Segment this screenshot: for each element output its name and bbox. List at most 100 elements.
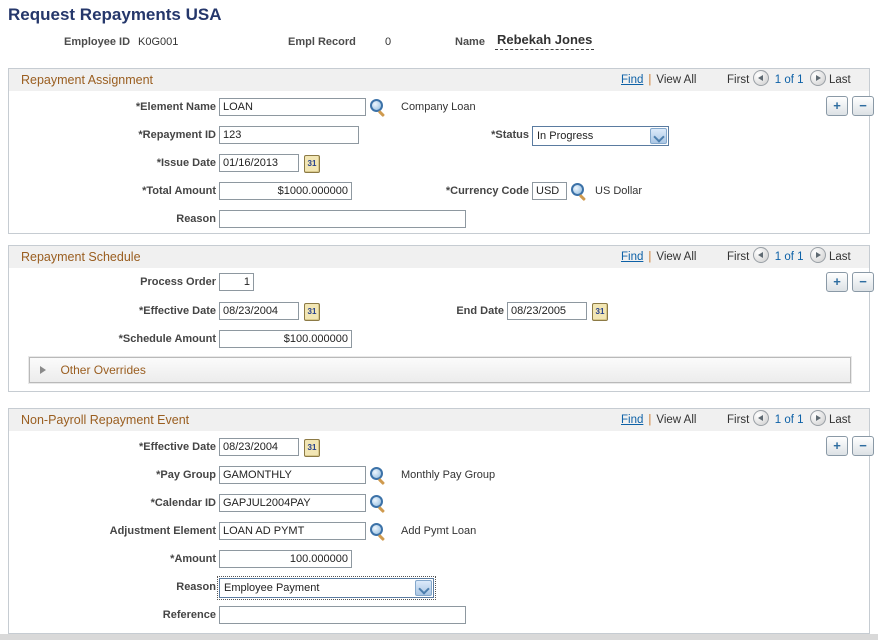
employee-id-value: K0G001 bbox=[138, 34, 178, 50]
event-reason-label: Reason bbox=[9, 578, 216, 597]
adjustment-element-input[interactable] bbox=[219, 522, 366, 540]
currency-code-label: *Currency Code bbox=[322, 182, 529, 201]
reason-label: Reason bbox=[9, 210, 216, 229]
pay-group-lookup-icon[interactable] bbox=[369, 466, 387, 485]
arrow-left-icon bbox=[758, 75, 763, 81]
reference-label: Reference bbox=[9, 606, 216, 625]
first-label: First bbox=[727, 74, 749, 86]
prev-row-button[interactable] bbox=[753, 410, 769, 426]
reference-input[interactable] bbox=[219, 606, 466, 624]
findbar: Find | View All bbox=[621, 69, 696, 91]
calendar-id-lookup-icon[interactable] bbox=[369, 494, 387, 513]
element-name-lookup-icon[interactable] bbox=[369, 98, 387, 117]
view-all-link[interactable]: View All bbox=[656, 414, 696, 426]
calendar-id-input[interactable] bbox=[219, 494, 366, 512]
other-overrides-label: Other Overrides bbox=[60, 358, 145, 382]
findbar: Find | View All bbox=[621, 246, 696, 268]
nav-separator: | bbox=[648, 414, 651, 426]
issue-date-input[interactable] bbox=[219, 154, 299, 172]
last-label: Last bbox=[829, 251, 851, 263]
next-row-button[interactable] bbox=[810, 410, 826, 426]
view-all-link[interactable]: View All bbox=[656, 251, 696, 263]
section-title: Non-Payroll Repayment Event bbox=[21, 409, 189, 431]
other-overrides-expander[interactable]: Other Overrides bbox=[29, 357, 851, 383]
schedule-amount-input[interactable] bbox=[219, 330, 352, 348]
nav-separator: | bbox=[648, 251, 651, 263]
currency-code-input[interactable] bbox=[532, 182, 567, 200]
issue-date-calendar-icon[interactable]: 31 bbox=[304, 155, 320, 173]
end-date-input[interactable] bbox=[507, 302, 587, 320]
find-link[interactable]: Find bbox=[621, 414, 643, 426]
arrow-right-icon bbox=[816, 252, 821, 258]
calendar-id-label: *Calendar ID bbox=[9, 494, 216, 513]
event-effective-date-input[interactable] bbox=[219, 438, 299, 456]
section-repayment-assignment: Repayment Assignment Find|View All First… bbox=[8, 68, 870, 234]
arrow-right-icon bbox=[816, 415, 821, 421]
next-row-button[interactable] bbox=[810, 247, 826, 263]
arrow-right-icon bbox=[816, 75, 821, 81]
page: Request Repayments USA Employee ID K0G00… bbox=[0, 0, 878, 640]
section-repayment-schedule: Repayment Schedule Find | View All First 1… bbox=[8, 245, 870, 392]
section-title: Repayment Schedule bbox=[21, 246, 141, 268]
row-count: 1 of 1 bbox=[775, 414, 804, 426]
row-count: 1 of 1 bbox=[775, 251, 804, 263]
repayment-id-label: *Repayment ID bbox=[9, 126, 216, 145]
name-value: Rebekah Jones bbox=[495, 32, 594, 50]
chevron-down-icon bbox=[653, 131, 664, 142]
currency-code-lookup-icon[interactable] bbox=[570, 182, 588, 201]
non-payroll-event-header: Non-Payroll Repayment Event Find | View Al… bbox=[9, 409, 869, 431]
status-label: *Status bbox=[322, 126, 529, 145]
name-label: Name bbox=[455, 34, 485, 50]
end-date-calendar-icon[interactable]: 31 bbox=[592, 303, 608, 321]
total-amount-label: *Total Amount bbox=[9, 182, 216, 201]
page-title: Request Repayments USA bbox=[8, 5, 222, 25]
event-reason-dropdown[interactable]: Employee Payment bbox=[219, 578, 434, 598]
next-row-button[interactable] bbox=[810, 70, 826, 86]
pager: First 1 of 1 Last bbox=[727, 246, 851, 268]
last-label: Last bbox=[829, 414, 851, 426]
nav-separator: | bbox=[648, 74, 651, 86]
status-dropdown[interactable]: In Progress bbox=[532, 126, 669, 146]
page-bottom-strip bbox=[0, 634, 878, 640]
reason-input[interactable] bbox=[219, 210, 466, 228]
find-link[interactable]: Find bbox=[621, 251, 643, 263]
amount-label: *Amount bbox=[9, 550, 216, 569]
effective-date-label: *Effective Date bbox=[9, 302, 216, 321]
prev-row-button[interactable] bbox=[753, 247, 769, 263]
effective-date-input[interactable] bbox=[219, 302, 299, 320]
adjustment-element-lookup-icon[interactable] bbox=[369, 522, 387, 541]
event-reason-value: Employee Payment bbox=[224, 579, 319, 597]
element-name-description: Company Loan bbox=[401, 98, 476, 117]
process-order-input[interactable] bbox=[219, 273, 254, 291]
empl-record-value: 0 bbox=[385, 34, 391, 50]
pay-group-input[interactable] bbox=[219, 466, 366, 484]
row-count: 1 of 1 bbox=[775, 74, 804, 86]
end-date-label: End Date bbox=[297, 302, 504, 321]
repayment-assignment-header: Repayment Assignment Find|View All First… bbox=[9, 69, 869, 91]
find-link[interactable]: Find bbox=[621, 74, 643, 86]
adjustment-element-description: Add Pymt Loan bbox=[401, 522, 476, 541]
currency-description: US Dollar bbox=[595, 182, 642, 201]
issue-date-label: *Issue Date bbox=[9, 154, 216, 173]
status-value: In Progress bbox=[537, 127, 593, 145]
event-reason-dropdown-button[interactable] bbox=[415, 580, 432, 596]
status-dropdown-button[interactable] bbox=[650, 128, 667, 144]
pager: First 1 of 1 Last bbox=[727, 409, 851, 431]
adjustment-element-label: Adjustment Element bbox=[9, 522, 216, 541]
findbar: Find | View All bbox=[621, 409, 696, 431]
amount-input[interactable] bbox=[219, 550, 352, 568]
event-effective-date-calendar-icon[interactable]: 31 bbox=[304, 439, 320, 457]
view-all-link[interactable]: View All bbox=[656, 74, 696, 86]
first-label: First bbox=[727, 251, 749, 263]
pager: First 1 of 1 Last bbox=[727, 69, 851, 91]
process-order-label: Process Order bbox=[9, 273, 216, 292]
last-label: Last bbox=[829, 74, 851, 86]
arrow-left-icon bbox=[758, 252, 763, 258]
repayment-schedule-header: Repayment Schedule Find | View All First 1… bbox=[9, 246, 869, 268]
element-name-label: *Element Name bbox=[9, 98, 216, 117]
expand-arrow-icon bbox=[40, 366, 46, 374]
chevron-down-icon bbox=[418, 583, 429, 594]
schedule-amount-label: *Schedule Amount bbox=[9, 330, 216, 349]
element-name-input[interactable] bbox=[219, 98, 366, 116]
prev-row-button[interactable] bbox=[753, 70, 769, 86]
